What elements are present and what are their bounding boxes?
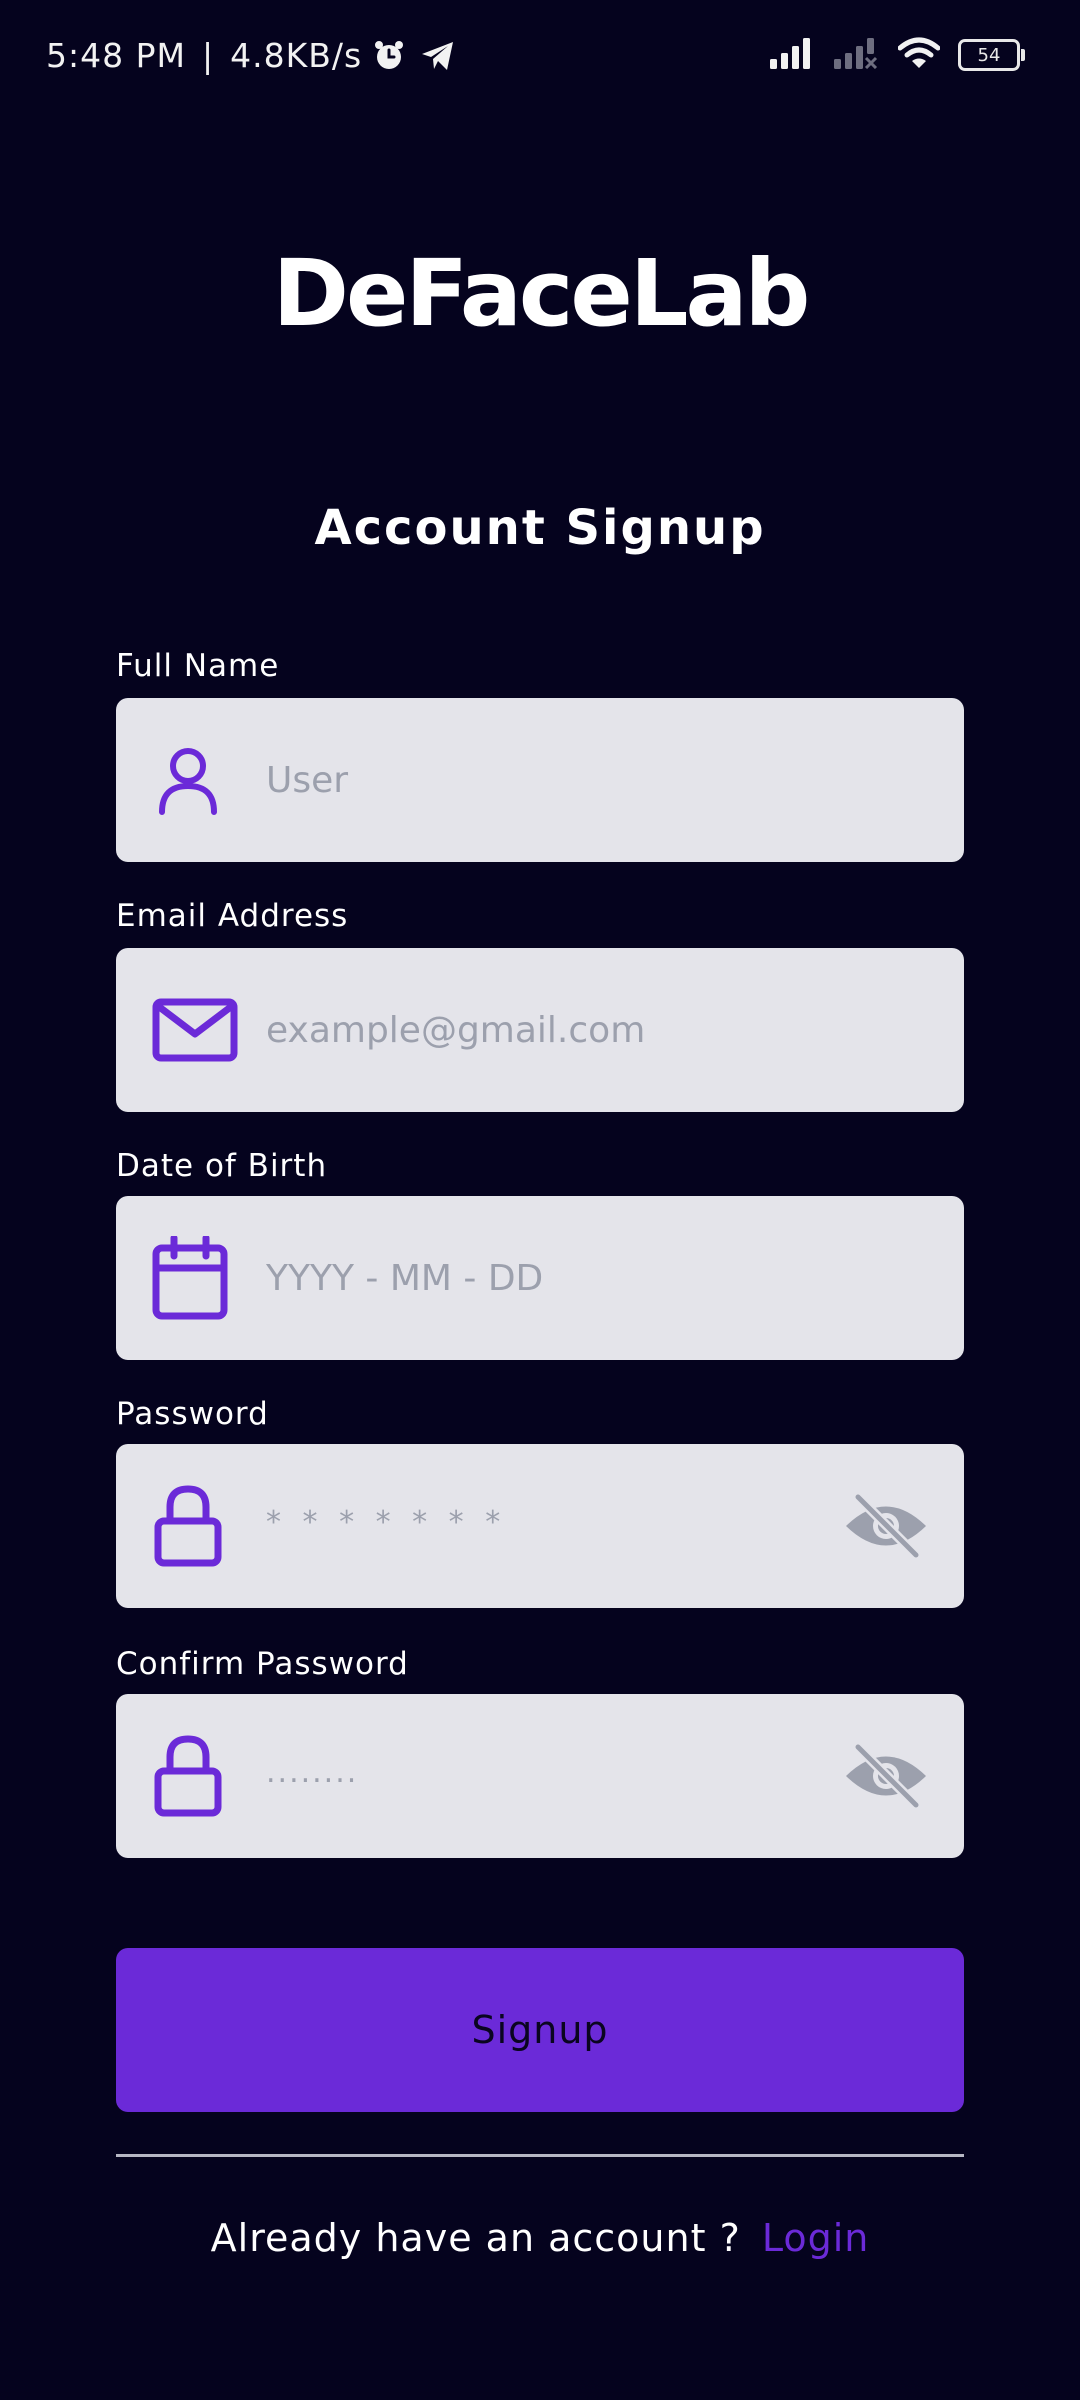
- status-left: 5:48 PM | 4.8KB/s: [46, 36, 456, 75]
- page-title: Account Signup: [314, 500, 766, 556]
- signal-x-icon: [834, 37, 880, 73]
- password-placeholder[interactable]: * * * * * * *: [266, 1505, 506, 1540]
- lock-icon: [152, 1735, 224, 1817]
- confirm-password-field[interactable]: ........: [116, 1694, 964, 1858]
- login-prompt: Already have an account ? Login: [0, 2216, 1080, 2260]
- email-field[interactable]: [116, 948, 964, 1112]
- eye-off-icon[interactable]: [844, 1743, 928, 1809]
- divider: [116, 2154, 964, 2157]
- signal-icon: [770, 37, 816, 73]
- lock-icon: [152, 1485, 224, 1567]
- password-field[interactable]: * * * * * * *: [116, 1444, 964, 1608]
- signup-button[interactable]: Signup: [116, 1948, 964, 2112]
- login-prompt-text: Already have an account ?: [210, 2216, 741, 2260]
- user-icon: [152, 744, 224, 816]
- email-label: Email Address: [116, 898, 349, 934]
- battery-level: 54: [977, 44, 1001, 66]
- status-time: 5:48 PM: [46, 36, 186, 75]
- dob-input[interactable]: [266, 1196, 826, 1360]
- app-title: DeFaceLab: [272, 240, 811, 347]
- telegram-icon: [420, 39, 456, 73]
- confirm-password-label: Confirm Password: [116, 1646, 409, 1682]
- mail-icon: [152, 998, 238, 1062]
- email-input[interactable]: [266, 948, 826, 1112]
- dob-label: Date of Birth: [116, 1148, 328, 1184]
- status-separator: |: [201, 36, 215, 75]
- dob-field[interactable]: [116, 1196, 964, 1360]
- confirm-password-placeholder[interactable]: ........: [266, 1755, 358, 1790]
- full-name-label: Full Name: [116, 648, 280, 684]
- full-name-field[interactable]: [116, 698, 964, 862]
- wifi-icon: [897, 36, 941, 74]
- status-bar: 5:48 PM | 4.8KB/s 54: [0, 0, 1080, 118]
- login-link[interactable]: Login: [762, 2216, 870, 2260]
- alarm-icon: [372, 39, 406, 73]
- full-name-input[interactable]: [266, 698, 826, 862]
- password-label: Password: [116, 1396, 269, 1432]
- status-right: 54: [770, 36, 1025, 74]
- calendar-icon: [152, 1236, 228, 1320]
- network-speed: 4.8KB/s: [230, 36, 363, 75]
- battery-icon: 54: [958, 39, 1025, 71]
- eye-off-icon[interactable]: [844, 1493, 928, 1559]
